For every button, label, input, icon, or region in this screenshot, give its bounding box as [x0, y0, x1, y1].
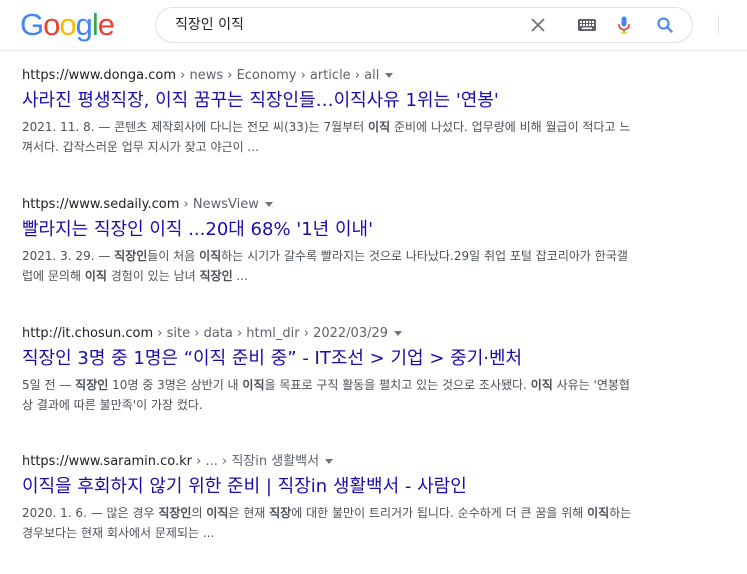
snippet-keyword: 이직 — [242, 378, 265, 392]
result-url[interactable]: https://www.saramin.co.kr › ... › 직장in 생… — [22, 453, 632, 471]
result-title[interactable]: 이직을 후회하지 않기 위한 준비 | 직장in 생활백서 - 사람인 — [22, 474, 632, 500]
snippet-text: 2020. 1. 6. — 많은 경우 — [22, 506, 159, 520]
result-url[interactable]: https://www.donga.com › news › Economy ›… — [22, 67, 632, 85]
search-box[interactable]: 직장인 이직 — [155, 7, 719, 43]
search-icon[interactable] — [652, 8, 678, 42]
result-path: › site › data › html_dir › 2022/03/29 — [153, 326, 389, 341]
snippet-keyword: 직장인 — [158, 506, 192, 520]
microphone-icon[interactable] — [612, 8, 636, 42]
search-input[interactable]: 직장인 이직 — [175, 8, 244, 42]
logo-letter: g — [75, 7, 93, 42]
result-title[interactable]: 직장인 3명 중 1명은 “이직 준비 중” - IT조선 > 기업 > 중기·… — [22, 346, 632, 372]
snippet-text: 들이 처음 — [147, 249, 200, 263]
logo-letter: o — [43, 7, 60, 42]
snippet-keyword: 직장인 — [199, 269, 233, 283]
chevron-down-icon[interactable] — [394, 331, 403, 336]
snippet-text: 을 목표로 구직 활동을 펼치고 있는 것으로 조사됐다. — [264, 378, 531, 392]
keyboard-icon[interactable] — [574, 8, 600, 42]
search-result: https://www.sedaily.com › NewsView 빨라지는 … — [22, 196, 632, 286]
close-icon[interactable] — [526, 8, 550, 42]
snippet-text: 10명 중 3명은 상반기 내 — [108, 378, 243, 392]
snippet-keyword: 이직 — [587, 506, 610, 520]
snippet-text: ... — [232, 269, 248, 283]
snippet-keyword: 이직 — [199, 249, 222, 263]
result-title[interactable]: 빨라지는 직장인 이직 ...20대 68% '1년 이내' — [22, 217, 632, 243]
logo-letter: e — [97, 7, 115, 42]
snippet-keyword: 이직 — [206, 506, 229, 520]
chevron-down-icon[interactable] — [325, 459, 334, 464]
chevron-down-icon[interactable] — [264, 202, 273, 207]
snippet-text: 에 대한 불만이 트리거가 됩니다. 순수하게 더 큰 꿈을 위해 — [291, 506, 588, 520]
search-header: Google 직장인 이직 — [0, 0, 747, 51]
result-title[interactable]: 사라진 평생직장, 이직 꿈꾸는 직장인들…이직사유 1위는 '연봉' — [22, 88, 632, 114]
result-domain: http://it.chosun.com — [22, 326, 154, 341]
result-path: › ... › 직장in 생활백서 — [192, 454, 320, 469]
logo-letter: o — [59, 7, 76, 42]
result-path: › NewsView — [179, 197, 259, 212]
search-result: https://www.saramin.co.kr › ... › 직장in 생… — [22, 453, 632, 543]
result-snippet: 2020. 1. 6. — 많은 경우 직장인의 이직은 현재 직장에 대한 불… — [22, 503, 632, 543]
snippet-keyword: 이직 — [530, 378, 553, 392]
snippet-text: 2021. 11. 8. — 콘텐츠 제작회사에 다니는 전모 씨(33)는 7… — [22, 120, 369, 134]
result-snippet: 2021. 11. 8. — 콘텐츠 제작회사에 다니는 전모 씨(33)는 7… — [22, 117, 632, 157]
snippet-keyword: 이직 — [84, 269, 107, 283]
divider — [718, 15, 719, 35]
snippet-keyword: 직장인 — [75, 378, 109, 392]
logo-letter: G — [20, 7, 44, 42]
search-result: http://it.chosun.com › site › data › htm… — [22, 325, 632, 415]
snippet-text: 5일 전 — — [22, 378, 76, 392]
snippet-keyword: 직장 — [269, 506, 292, 520]
result-domain: https://www.saramin.co.kr — [22, 454, 193, 469]
google-logo[interactable]: Google — [20, 7, 115, 42]
search-result: https://www.donga.com › news › Economy ›… — [22, 67, 632, 157]
result-domain: https://www.sedaily.com — [22, 197, 180, 212]
result-url[interactable]: https://www.sedaily.com › NewsView — [22, 196, 632, 214]
result-snippet: 2021. 3. 29. — 직장인들이 처음 이직하는 시기가 갈수록 빨라지… — [22, 246, 632, 286]
snippet-keyword: 이직 — [368, 120, 391, 134]
result-domain: https://www.donga.com — [22, 68, 176, 83]
snippet-keyword: 직장인 — [114, 249, 148, 263]
snippet-text: 2021. 3. 29. — — [22, 249, 115, 263]
snippet-text: 의 — [191, 506, 207, 520]
result-path: › news › Economy › article › all — [176, 68, 380, 83]
result-snippet: 5일 전 — 직장인 10명 중 3명은 상반기 내 이직을 목표로 구직 활동… — [22, 375, 632, 415]
result-url[interactable]: http://it.chosun.com › site › data › htm… — [22, 325, 632, 343]
snippet-text: 경험이 있는 남녀 — [106, 269, 200, 283]
chevron-down-icon[interactable] — [385, 73, 394, 78]
snippet-text: 은 현재 — [228, 506, 270, 520]
